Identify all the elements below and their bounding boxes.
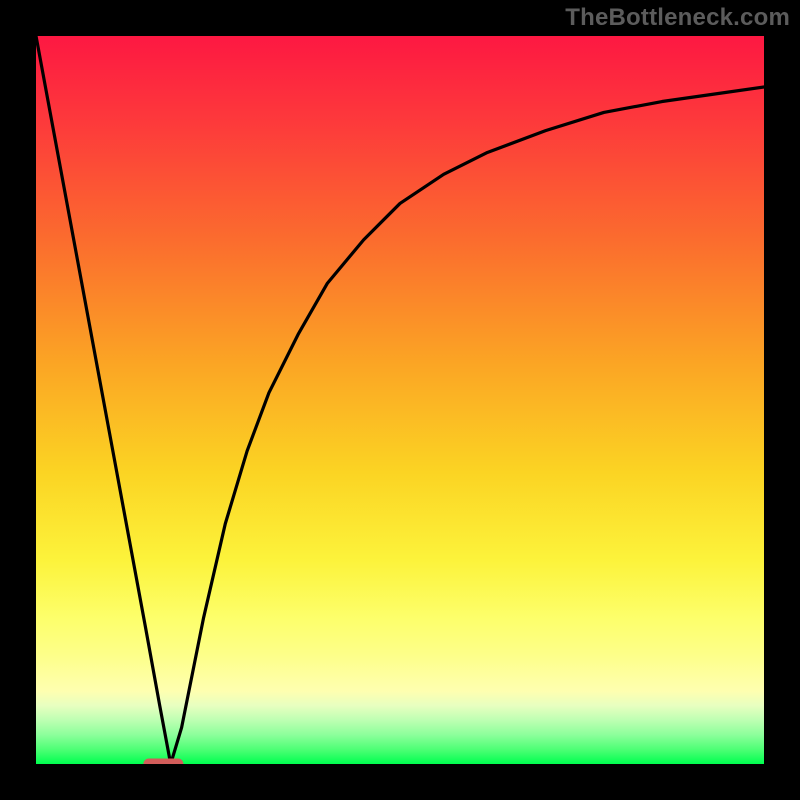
chart-svg xyxy=(36,36,764,764)
marker-bottom-bar xyxy=(143,759,183,764)
attribution-watermark: TheBottleneck.com xyxy=(565,4,790,32)
chart-container: TheBottleneck.com xyxy=(0,0,800,800)
marker-group xyxy=(143,759,183,764)
curve-series xyxy=(36,36,764,764)
plot-area xyxy=(36,36,764,764)
series-curve xyxy=(36,36,764,764)
